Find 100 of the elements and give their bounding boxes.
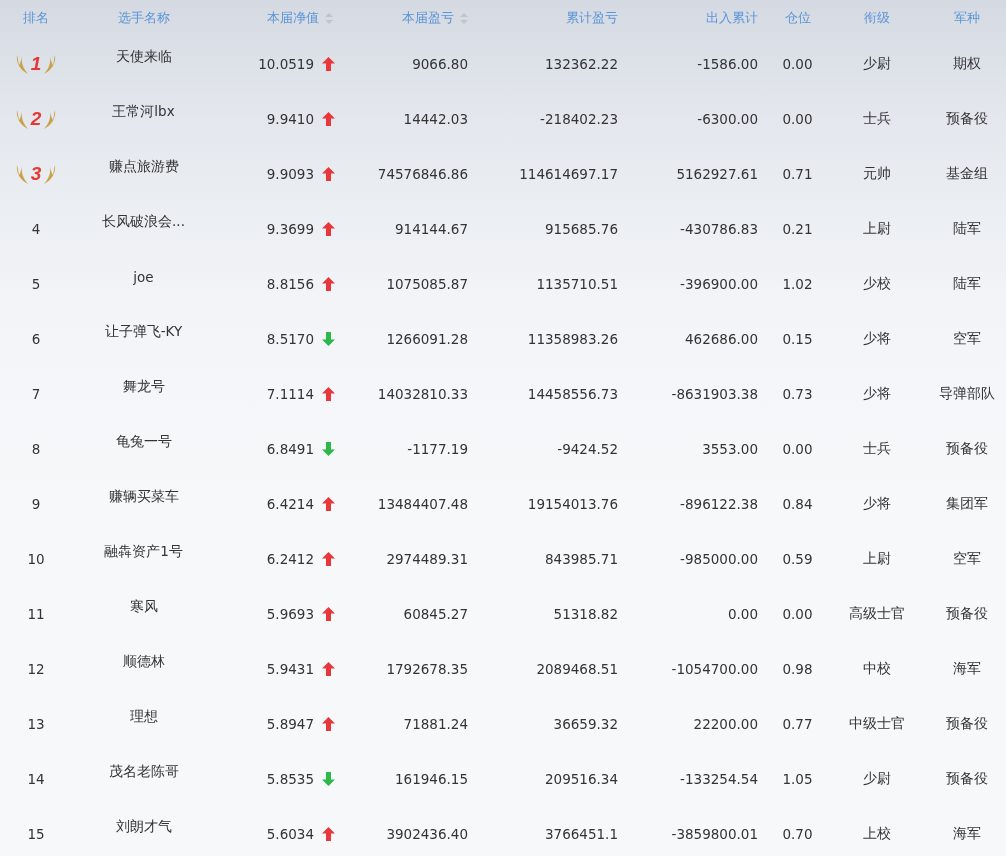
rank-number: 2	[30, 107, 42, 130]
table-cell-text: 1.02	[781, 275, 814, 292]
table-cell-text: 上校	[861, 824, 892, 843]
player-name: 让子弹飞-KY	[103, 322, 184, 341]
column-header: 军种	[953, 9, 981, 27]
table-cell-text: 8	[30, 440, 42, 457]
table-cell-text: 914144.67	[394, 220, 469, 237]
table-cell-text: 0.73	[781, 385, 814, 402]
table-cell-text: -3859800.01	[670, 825, 759, 842]
table-cell-text: 基金组	[945, 164, 989, 183]
table-cell-text: 2089468.51	[535, 660, 619, 677]
table-cell-text: 中校	[861, 659, 892, 678]
player-name: 赚点旅游费	[107, 157, 180, 176]
table-cell-text: 36659.32	[552, 715, 619, 732]
table-cell-text: -9424.52	[556, 440, 619, 457]
table-cell-text: 5	[30, 275, 42, 292]
table-cell-text: -396900.00	[679, 275, 759, 292]
table-cell-text: 11	[26, 605, 46, 622]
table-cell-text: 13	[26, 715, 46, 732]
player-name: 茂名老陈哥	[107, 762, 180, 781]
table-cell-text: -1177.19	[406, 440, 469, 457]
table-cell: 10.0519	[258, 55, 314, 72]
player-name: 长风破浪会...	[101, 212, 186, 231]
table-cell-text: 7	[30, 385, 42, 402]
table-cell-text: 少尉	[861, 769, 892, 788]
column-header: 排名	[22, 9, 50, 27]
table-cell-text: 9066.80	[411, 55, 469, 72]
table-cell: 6.4214	[266, 495, 314, 512]
table-cell-text: -6300.00	[696, 110, 759, 127]
table-cell-text: 14	[26, 770, 46, 787]
table-cell: 5.9693	[266, 605, 314, 622]
table-cell: 7.1114	[266, 385, 314, 402]
column-header: 仓位	[783, 9, 812, 27]
table-cell-text: 161946.15	[394, 770, 469, 787]
table-cell-text: 少将	[861, 329, 892, 348]
table-cell-text: 1135710.51	[535, 275, 619, 292]
table-cell-text: 期权	[952, 54, 982, 73]
table-cell-text: 预备役	[945, 769, 989, 788]
player-name: 舞龙号	[121, 377, 166, 396]
table-cell-text: 209516.34	[544, 770, 619, 787]
table-cell-text: 少将	[861, 384, 892, 403]
player-name: 王常河lbx	[111, 102, 176, 121]
table-cell-text: 19154013.76	[526, 495, 619, 512]
column-header[interactable]: 本届盈亏	[345, 9, 480, 27]
table-cell-text: -1054700.00	[670, 660, 759, 677]
table-cell-text: 14458556.73	[526, 385, 619, 402]
table-cell-text: 132362.22	[544, 55, 619, 72]
table-cell-text: 5162927.61	[675, 165, 759, 182]
table-cell-text: 74576846.86	[376, 165, 469, 182]
table-cell-text: 60845.27	[402, 605, 469, 622]
table-cell: 9.9093	[266, 165, 314, 182]
player-name: 赚辆买菜车	[107, 487, 180, 506]
table-cell-text: 1266091.28	[385, 330, 469, 347]
sort-icon[interactable]	[325, 12, 333, 24]
table-cell-text: 预备役	[945, 604, 989, 623]
table-cell-text: 少尉	[861, 54, 892, 73]
table-cell-text: 空军	[952, 549, 982, 568]
table-cell-text: 9	[30, 495, 42, 512]
table-cell: 9.3699	[266, 220, 314, 237]
table-cell-text: -985000.00	[679, 550, 759, 567]
column-header[interactable]: 本届净值	[215, 9, 345, 27]
table-cell-text: 陆军	[952, 274, 982, 293]
table-cell: 8.8156	[266, 275, 314, 292]
table-cell-text: 海军	[952, 824, 982, 843]
player-name: 融犇资产1号	[103, 542, 184, 561]
table-cell-text: 预备役	[945, 109, 989, 128]
table-cell-text: 士兵	[861, 109, 892, 128]
rank-number: 1	[30, 52, 42, 75]
table-cell: 8.5170	[266, 330, 314, 347]
table-cell-text: 海军	[952, 659, 982, 678]
table-cell-text: 少将	[861, 494, 892, 513]
table-cell-text: 0.00	[781, 605, 814, 622]
player-name: 刘朗才气	[114, 817, 173, 836]
table-cell-text: 12	[26, 660, 46, 677]
table-cell-text: 3902436.40	[385, 825, 469, 842]
table-cell-text: 462686.00	[684, 330, 759, 347]
table-cell-text: 0.00	[781, 440, 814, 457]
table-cell-text: -430786.83	[679, 220, 759, 237]
table-cell-text: 0.98	[781, 660, 814, 677]
table-cell: 9.9410	[266, 110, 314, 127]
column-header: 衔级	[862, 9, 891, 27]
rank-number: 3	[30, 162, 42, 185]
table-cell-text: 71881.24	[402, 715, 469, 732]
table-cell-text: 14442.03	[402, 110, 469, 127]
table-cell-text: 0.00	[781, 55, 814, 72]
table-cell: 5.8535	[266, 770, 314, 787]
table-cell-text: 843985.71	[544, 550, 619, 567]
table-cell-text: 51318.82	[552, 605, 619, 622]
table-cell-text: 高级士官	[847, 604, 906, 623]
player-name: 寒风	[128, 597, 159, 616]
table-cell-text: 4	[30, 220, 42, 237]
table-cell-text: -896122.38	[679, 495, 759, 512]
column-header: 累计盈亏	[565, 9, 619, 27]
table-cell-text: 陆军	[952, 219, 982, 238]
table-cell-text: 集团军	[945, 494, 989, 513]
table-cell-text: 915685.76	[544, 220, 619, 237]
table-cell-text: 0.15	[781, 330, 814, 347]
table-cell-text: 中级士官	[847, 714, 906, 733]
table-cell-text: 空军	[952, 329, 982, 348]
sort-icon[interactable]	[460, 12, 468, 24]
